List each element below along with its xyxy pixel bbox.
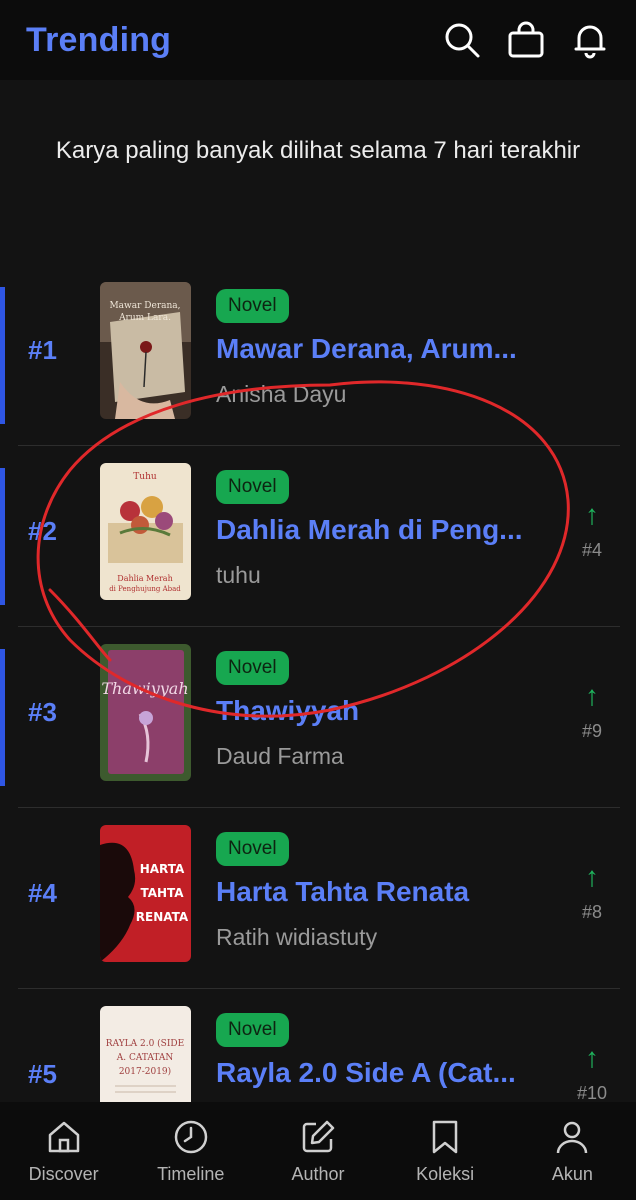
trend-up-icon: ↑: [585, 861, 599, 892]
book-cover[interactable]: Thawiyyah: [100, 644, 191, 781]
rank-label: #4: [28, 878, 57, 908]
rank-label: #5: [28, 1059, 57, 1089]
bookmark-icon: [432, 1120, 458, 1153]
search-icon[interactable]: [442, 20, 482, 60]
rank-label: #2: [28, 516, 57, 546]
book-author[interactable]: Anisha Dayu: [216, 381, 346, 408]
svg-text:A. CATATAN: A. CATATAN: [116, 1053, 174, 1063]
svg-text:Thawiyyah: Thawiyyah: [101, 679, 188, 698]
svg-text:di Penghujung Abad: di Penghujung Abad: [109, 585, 181, 593]
user-icon: [557, 1121, 588, 1153]
trend-up-icon: ↑: [585, 1042, 599, 1073]
bottom-navigation: Discover Timeline Author Koleksi Akun: [0, 1102, 636, 1200]
genre-badge: Novel: [216, 289, 289, 323]
shopping-bag-icon[interactable]: [506, 20, 546, 60]
trend-up-icon: ↑: [585, 499, 599, 530]
trending-list: #1 Mawar Derana, Arum Lara. Novel Mawar …: [0, 265, 636, 1170]
bell-icon[interactable]: [570, 20, 610, 60]
nav-label: Discover: [28, 1163, 99, 1184]
svg-text:Dahlia Merah: Dahlia Merah: [117, 574, 172, 583]
clock-icon: [174, 1120, 208, 1153]
nav-akun[interactable]: Akun: [512, 1118, 632, 1185]
svg-text:HARTA: HARTA: [140, 862, 185, 876]
list-item[interactable]: #2 Tuhu Dahlia Merah di Penghujung Abad …: [0, 446, 636, 627]
genre-badge: Novel: [216, 832, 289, 866]
book-title[interactable]: Mawar Derana, Arum...: [216, 333, 541, 365]
book-title[interactable]: Thawiyyah: [216, 695, 541, 727]
list-item[interactable]: #1 Mawar Derana, Arum Lara. Novel Mawar …: [0, 265, 636, 446]
header-actions: [442, 20, 610, 60]
nav-label: Author: [291, 1163, 345, 1184]
book-cover[interactable]: HARTA TAHTA RENATA: [100, 825, 191, 962]
book-title[interactable]: Harta Tahta Renata: [216, 876, 541, 908]
home-icon: [48, 1121, 79, 1152]
rank-highlight-bar: [0, 649, 5, 786]
top-bar: Trending: [0, 0, 636, 80]
rank-label: #1: [28, 335, 57, 365]
previous-rank: #9: [581, 721, 603, 741]
nav-label: Koleksi: [416, 1163, 475, 1184]
rank-highlight-bar: [0, 468, 5, 605]
trend-up-icon: ↑: [585, 680, 599, 711]
previous-rank: #4: [581, 540, 603, 560]
list-item[interactable]: #3 Thawiyyah Novel Thawiyyah Daud Farma …: [0, 627, 636, 808]
nav-timeline[interactable]: Timeline: [131, 1118, 251, 1185]
nav-label: Akun: [551, 1163, 593, 1184]
edit-icon: [302, 1120, 335, 1152]
genre-badge: Novel: [216, 1013, 289, 1047]
book-author[interactable]: Daud Farma: [216, 743, 344, 770]
previous-rank: #8: [581, 902, 603, 922]
nav-discover[interactable]: Discover: [4, 1118, 124, 1185]
nav-author[interactable]: Author: [258, 1118, 378, 1185]
trending-description: Karya paling banyak dilihat selama 7 har…: [55, 137, 581, 164]
genre-badge: Novel: [216, 470, 289, 504]
book-author[interactable]: Ratih widiastuty: [216, 924, 377, 951]
rank-label: #3: [28, 697, 57, 727]
book-author[interactable]: tuhu: [216, 562, 261, 589]
svg-text:Arum Lara.: Arum Lara.: [118, 313, 171, 323]
book-title[interactable]: Rayla 2.0 Side A (Cat...: [216, 1057, 541, 1089]
svg-text:TAHTA: TAHTA: [140, 886, 184, 900]
genre-badge: Novel: [216, 651, 289, 685]
svg-text:Tuhu: Tuhu: [133, 472, 157, 482]
rank-highlight-bar: [0, 287, 5, 424]
book-title[interactable]: Dahlia Merah di Peng...: [216, 514, 541, 546]
list-item[interactable]: #4 HARTA TAHTA RENATA Novel Harta Tahta …: [0, 808, 636, 989]
svg-text:RENATA: RENATA: [136, 910, 189, 924]
previous-rank: #10: [576, 1083, 608, 1103]
book-cover[interactable]: Mawar Derana, Arum Lara.: [100, 282, 191, 419]
svg-text:2017-2019): 2017-2019): [119, 1066, 171, 1077]
rank-change: ↑ #10: [572, 1042, 612, 1104]
page-title: Trending: [26, 20, 172, 59]
nav-label: Timeline: [157, 1163, 225, 1184]
svg-text:RAYLA 2.0 (SIDE: RAYLA 2.0 (SIDE: [106, 1038, 184, 1049]
rank-change: ↑ #9: [572, 680, 612, 742]
book-cover[interactable]: Tuhu Dahlia Merah di Penghujung Abad: [100, 463, 191, 600]
svg-text:Mawar Derana,: Mawar Derana,: [109, 301, 180, 311]
rank-change: ↑ #8: [572, 861, 612, 923]
nav-koleksi[interactable]: Koleksi: [385, 1118, 505, 1185]
rank-change: ↑ #4: [572, 499, 612, 561]
